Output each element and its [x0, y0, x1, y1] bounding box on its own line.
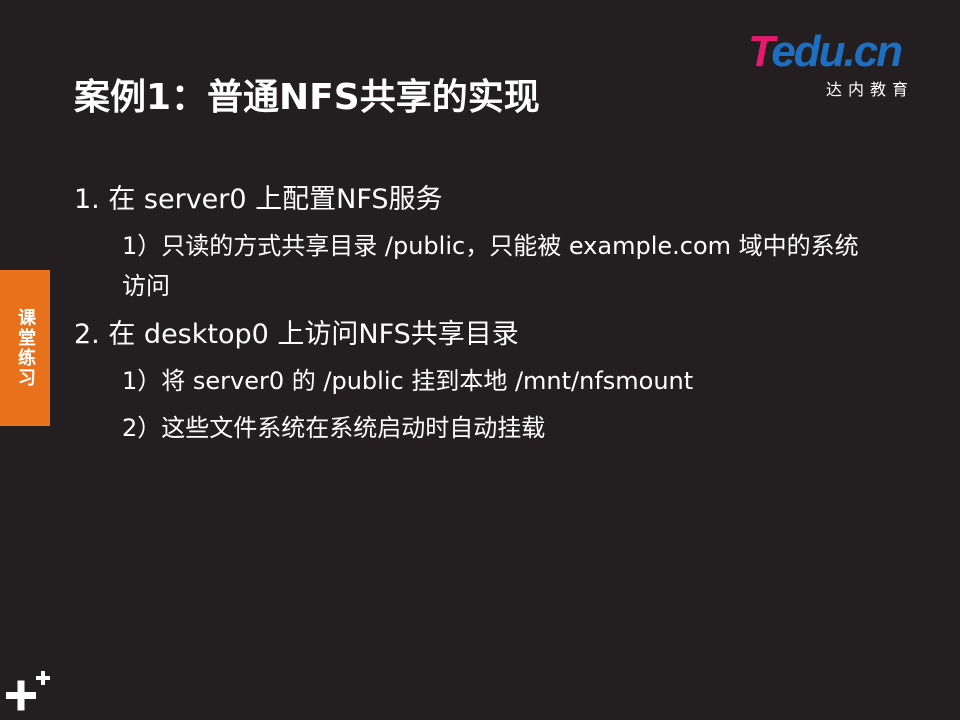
class-practice-label: 课堂练习: [15, 308, 36, 388]
logo-subtitle: 达内教育: [826, 80, 915, 99]
logo-first-letter: T: [748, 27, 773, 76]
class-practice-tab: 课堂练习: [0, 270, 50, 426]
slide-title: 案例1：普通NFS共享的实现: [74, 77, 540, 118]
slide: Tedu.cn 达内教育 案例1：普通NFS共享的实现 1. 在 server0…: [0, 0, 960, 720]
logo-wordmark: Tedu.cn: [748, 27, 903, 76]
logo-rest: edu.cn: [771, 27, 903, 76]
tedu-logo: Tedu.cn 达内教育: [748, 28, 928, 100]
list-item: 1）将 server0 的 /public 挂到本地 /mnt/nfsmount: [122, 367, 694, 395]
list-item: 2）这些文件系统在系统启动时自动挂载: [122, 414, 546, 442]
bullet-list: 1. 在 server0 上配置NFS服务 1）只读的方式共享目录 /publi…: [74, 178, 874, 455]
plus-icon: [6, 671, 50, 711]
list-item: 2. 在 desktop0 上访问NFS共享目录: [74, 319, 519, 350]
list-item: 1. 在 server0 上配置NFS服务: [74, 184, 443, 215]
list-item: 1）只读的方式共享目录 /public，只能被 example.com 域中的系…: [122, 232, 859, 300]
